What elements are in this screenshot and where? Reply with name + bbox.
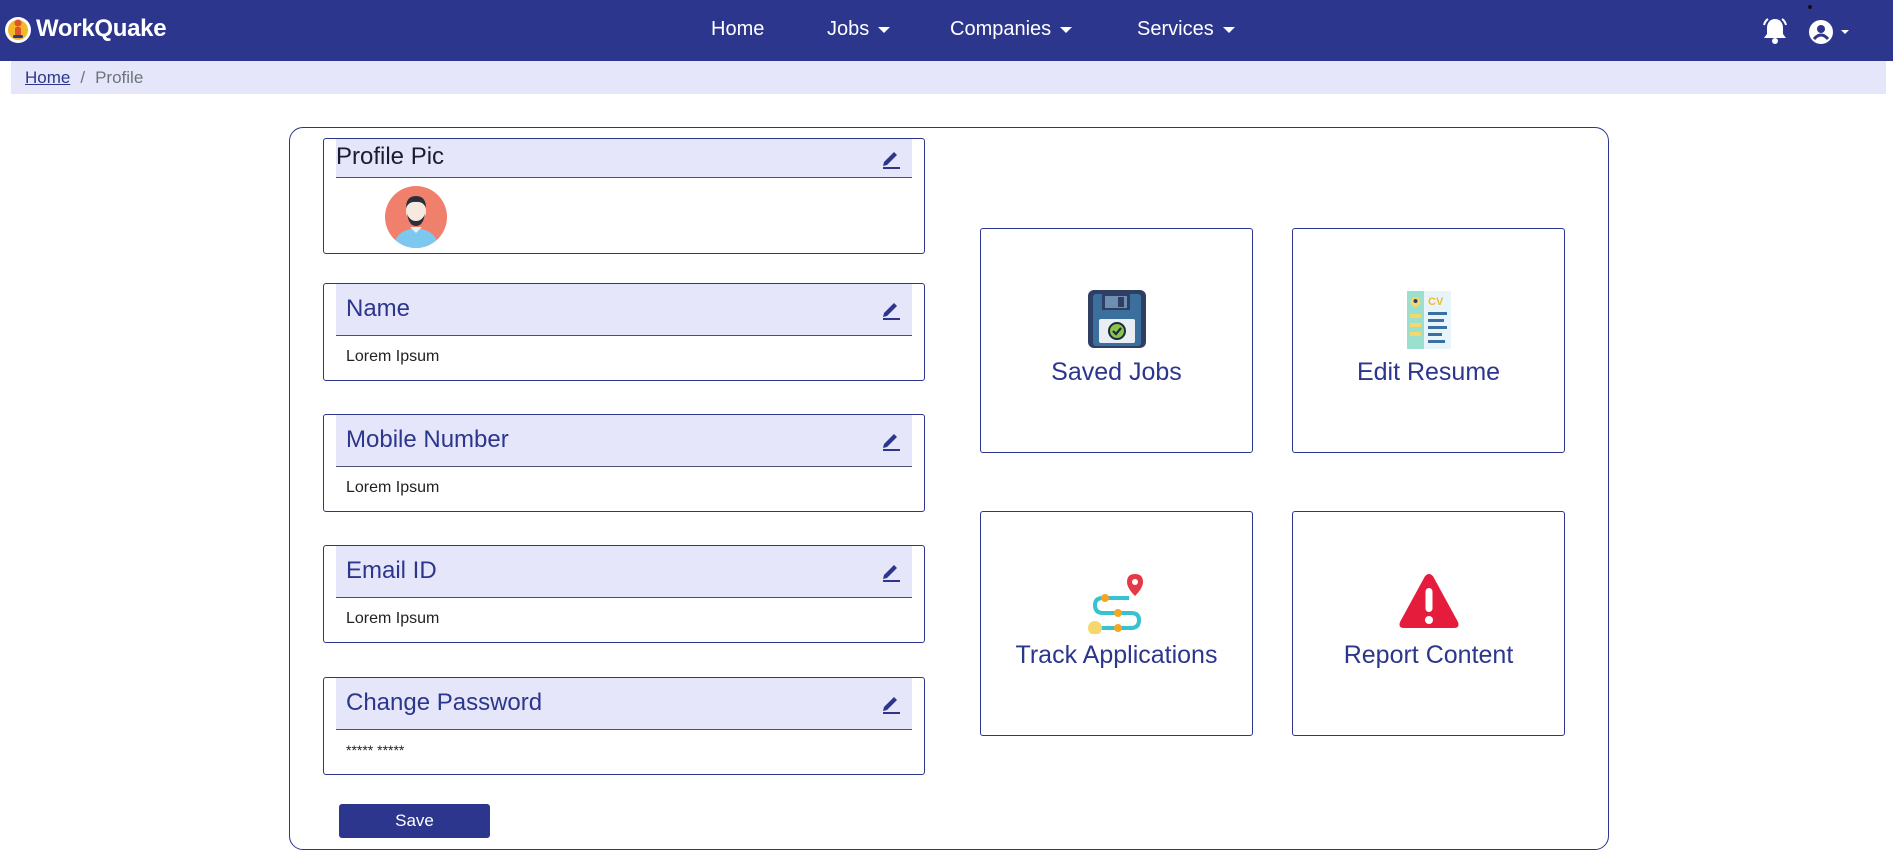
nav-jobs-label: Jobs <box>827 18 870 40</box>
brand[interactable]: WorkQuake <box>4 14 167 44</box>
pencil-icon[interactable] <box>880 429 902 451</box>
change-password-header: Change Password <box>336 678 912 730</box>
chevron-down-icon <box>1222 26 1235 33</box>
profile-pic-card: Profile Pic <box>323 138 925 254</box>
name-title: Name <box>346 295 411 322</box>
avatar[interactable] <box>385 186 447 248</box>
email-value: Lorem Ipsum <box>346 610 440 627</box>
pencil-icon[interactable] <box>880 298 902 320</box>
breadcrumb-separator: / <box>80 67 86 87</box>
cv-document-icon: CV <box>1407 291 1451 349</box>
mobile-number-title: Mobile Number <box>346 426 509 453</box>
pencil-icon[interactable] <box>880 560 902 582</box>
floppy-disk-icon <box>1088 290 1146 348</box>
track-applications-label: Track Applications <box>1015 641 1218 669</box>
svg-text:CV: CV <box>1428 296 1444 308</box>
change-password-title: Change Password <box>346 689 543 716</box>
saved-jobs-label: Saved Jobs <box>1051 358 1182 386</box>
mobile-number-card: Mobile Number Lorem Ipsum <box>323 414 925 512</box>
route-tracking-icon <box>1088 574 1143 634</box>
profile-pic-header: Profile Pic <box>336 139 912 178</box>
name-card: Name Lorem Ipsum <box>323 283 925 381</box>
breadcrumb-home-link[interactable]: Home <box>25 68 70 88</box>
breadcrumb: Home / Profile <box>11 61 1886 94</box>
track-applications-tile[interactable]: Track Applications <box>980 511 1253 736</box>
nav-home-label: Home <box>711 18 765 40</box>
report-content-label: Report Content <box>1343 641 1514 669</box>
name-header: Name <box>336 284 912 336</box>
email-card: Email ID Lorem Ipsum <box>323 545 925 643</box>
nav-services-label: Services <box>1137 18 1214 40</box>
nav-jobs-dropdown[interactable]: Jobs <box>827 18 891 41</box>
report-content-tile[interactable]: Report Content <box>1292 511 1565 736</box>
change-password-value: ***** ***** <box>346 742 405 758</box>
account-dropdown[interactable] <box>1808 19 1849 45</box>
nav-companies-label: Companies <box>950 18 1052 40</box>
pencil-icon[interactable] <box>880 147 902 169</box>
breadcrumb-current: Profile <box>95 67 144 87</box>
nav-companies-dropdown[interactable]: Companies <box>950 18 1073 41</box>
nav-home[interactable]: Home <box>711 18 764 41</box>
profile-pic-title: Profile Pic <box>336 143 445 170</box>
chevron-down-icon <box>1060 26 1073 33</box>
email-header: Email ID <box>336 546 912 598</box>
warning-icon <box>1399 574 1459 628</box>
brand-name: WorkQuake <box>36 15 167 42</box>
email-title: Email ID <box>346 557 437 584</box>
brand-logo-icon <box>5 17 31 43</box>
chevron-down-icon <box>1841 30 1849 34</box>
nav-services-dropdown[interactable]: Services <box>1137 18 1235 41</box>
chevron-down-icon <box>878 26 891 33</box>
top-navbar: WorkQuake Home Jobs Companies Services <box>0 0 1893 61</box>
save-button[interactable]: Save <box>339 804 490 838</box>
user-circle-icon <box>1809 20 1833 44</box>
mobile-number-header: Mobile Number <box>336 415 912 467</box>
status-dot <box>1808 5 1812 9</box>
edit-resume-tile[interactable]: CV Edit Resume <box>1292 228 1565 453</box>
name-value: Lorem Ipsum <box>346 348 440 365</box>
change-password-card: Change Password ***** ***** <box>323 677 925 775</box>
bell-icon[interactable] <box>1762 17 1788 45</box>
edit-resume-label: Edit Resume <box>1356 358 1501 386</box>
mobile-number-value: Lorem Ipsum <box>346 479 440 496</box>
saved-jobs-tile[interactable]: Saved Jobs <box>980 228 1253 453</box>
pencil-icon[interactable] <box>880 692 902 714</box>
